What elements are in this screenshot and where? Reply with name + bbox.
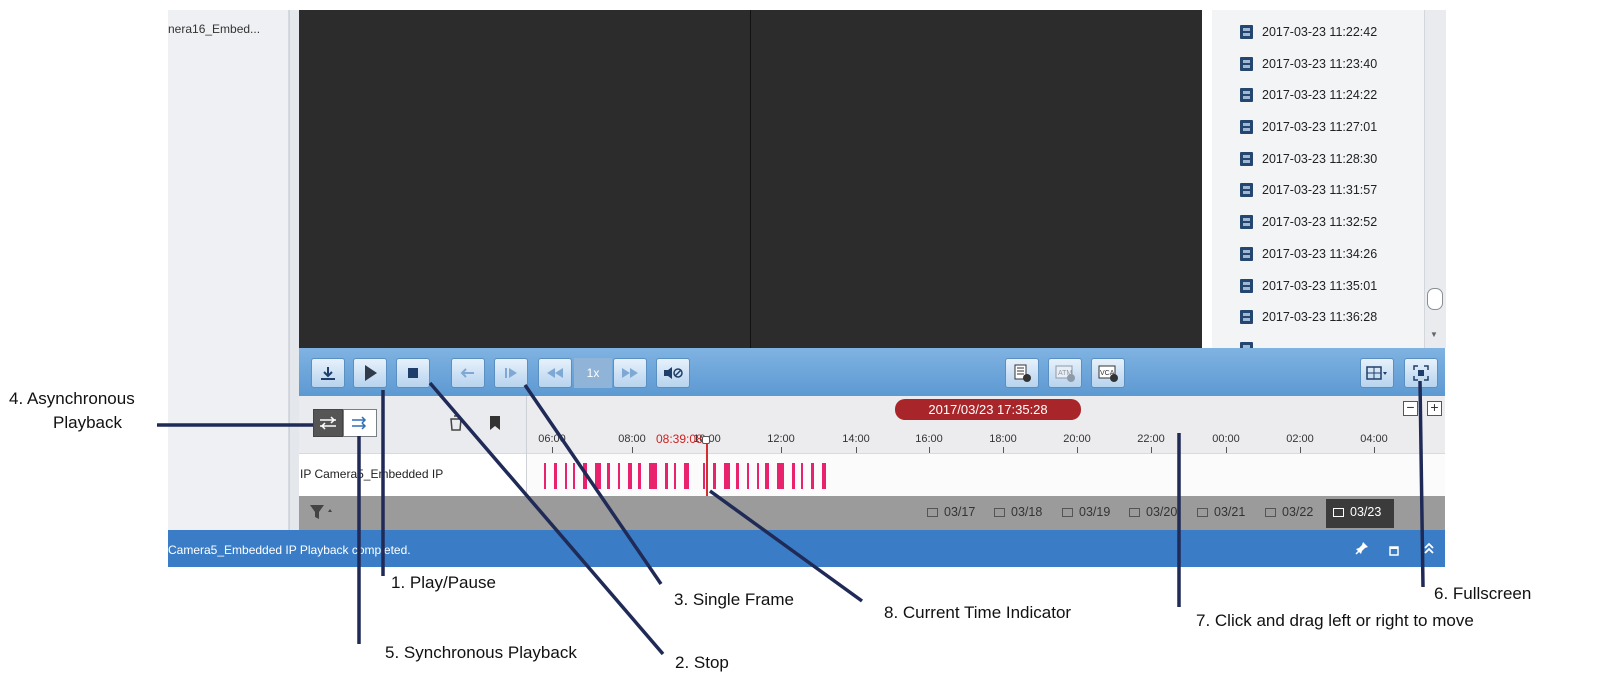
annotation-async-line2: Playback xyxy=(53,413,122,432)
annotation-current-time: 8. Current Time Indicator xyxy=(884,603,1072,622)
annotation-fullscreen: 6. Fullscreen xyxy=(1434,584,1532,603)
annotation-drag: 7. Click and drag left or right to move xyxy=(1196,611,1474,630)
annotation-sync: 5. Synchronous Playback xyxy=(385,643,577,662)
annotation-stop: 2. Stop xyxy=(675,653,729,672)
annotation-lines xyxy=(157,380,1425,656)
annotation-play-pause: 1. Play/Pause xyxy=(391,573,496,592)
annotation-async-line1: 4. Asynchronous xyxy=(9,389,135,408)
annotation-single-frame: 3. Single Frame xyxy=(674,590,794,609)
